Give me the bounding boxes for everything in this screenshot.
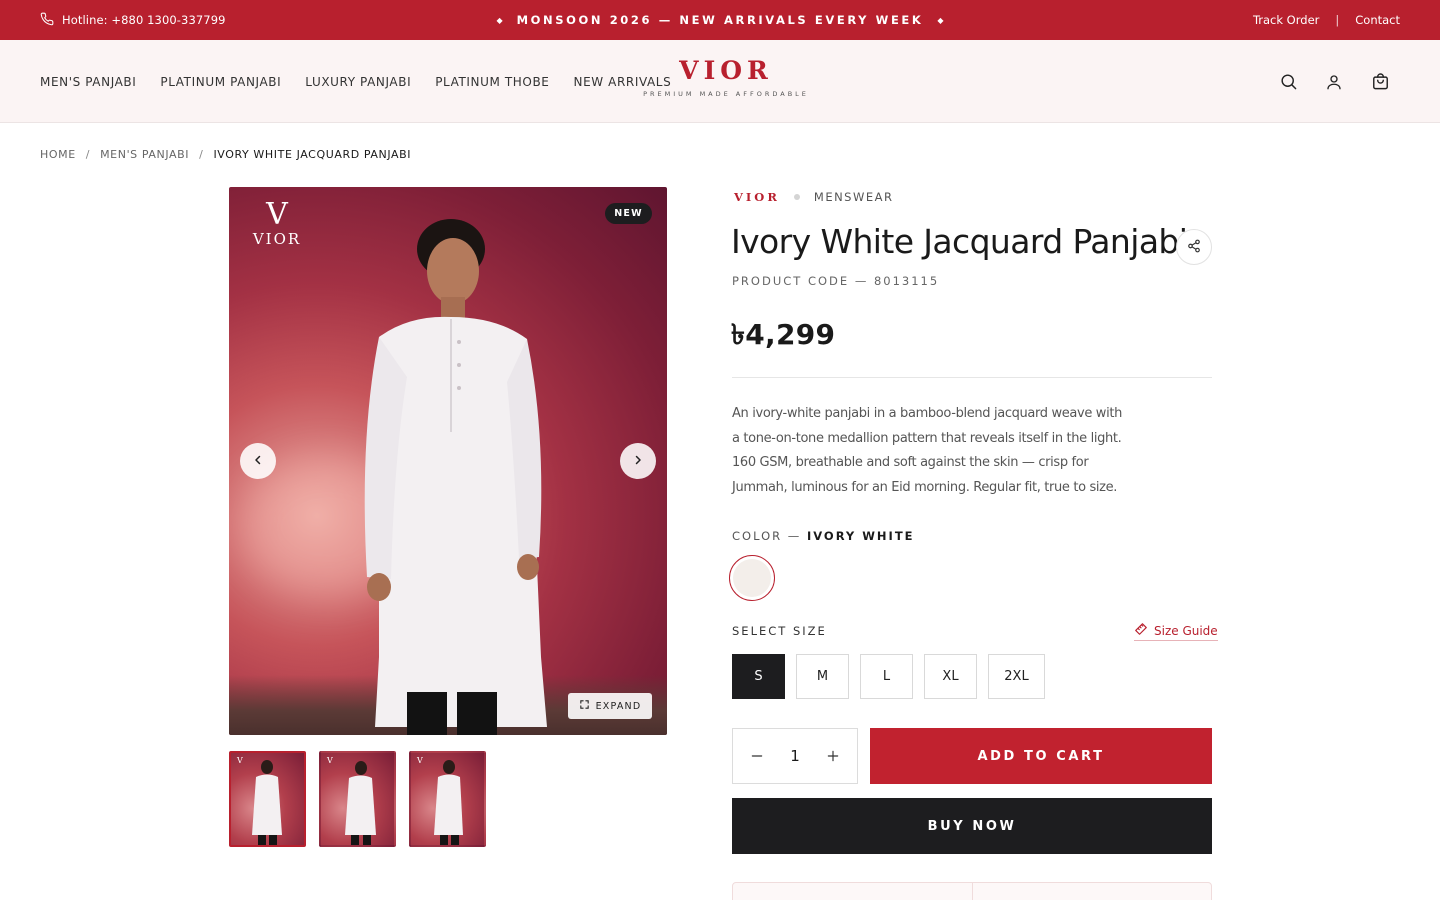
size-option-2xl[interactable]: 2XL [988, 654, 1045, 699]
contact-link[interactable]: Contact [1355, 13, 1400, 27]
product-code: PRODUCT CODE — 8013115 [732, 274, 940, 288]
nav-item-platinum-thobe[interactable]: PLATINUM THOBE [435, 75, 549, 89]
size-selector: S M L XL 2XL [732, 654, 1045, 699]
brand-separator-dot [793, 194, 800, 200]
color-swatch-ivory-white[interactable] [729, 555, 775, 601]
prev-image-button[interactable] [240, 443, 276, 479]
image-brand-logo: V VIOR [247, 197, 307, 248]
color-value: IVORY WHITE [806, 529, 915, 543]
breadcrumb-mens-panjabi[interactable]: MEN'S PANJABI [100, 148, 189, 161]
new-badge: NEW [605, 203, 652, 224]
breadcrumb-current: IVORY WHITE JACQUARD PANJABI [213, 148, 412, 161]
thumbnail-strip: V V V [229, 751, 486, 847]
thumbnail-figure [434, 760, 463, 845]
announcement-bar: Hotline: +880 1300-337799 ◆ MONSOON 2026… [0, 0, 1440, 40]
color-swatch-fill [733, 559, 771, 597]
announcement: ◆ MONSOON 2026 — NEW ARRIVALS EVERY WEEK… [0, 0, 1440, 40]
search-icon[interactable] [1278, 72, 1298, 92]
track-order-link[interactable]: Track Order [1253, 13, 1319, 27]
size-guide-link[interactable]: Size Guide [1134, 622, 1218, 641]
product-info-box [732, 882, 1212, 900]
price-divider [732, 377, 1212, 378]
breadcrumb-separator: / [85, 148, 91, 161]
chevron-right-icon [632, 452, 644, 470]
breadcrumb: HOME / MEN'S PANJABI / IVORY WHITE JACQU… [40, 148, 411, 161]
add-to-cart-button[interactable]: ADD TO CART [870, 728, 1212, 784]
size-option-xl[interactable]: XL [924, 654, 977, 699]
size-option-m[interactable]: M [796, 654, 849, 699]
product-title: Ivory White Jacquard Panjabi [731, 222, 1188, 261]
nav-item-mens-panjabi[interactable]: MEN'S PANJABI [40, 75, 136, 89]
header-actions [1278, 40, 1390, 123]
thumbnail-3[interactable]: V [409, 751, 486, 847]
nav-item-luxury-panjabi[interactable]: LUXURY PANJABI [305, 75, 411, 89]
breadcrumb-home[interactable]: HOME [40, 148, 76, 161]
expand-icon [579, 699, 590, 713]
logo-tagline: PREMIUM MADE AFFORDABLE [643, 90, 809, 98]
thumbnail-2[interactable]: V [319, 751, 396, 847]
main-nav: MEN'S PANJABI PLATINUM PANJABI LUXURY PA… [40, 40, 671, 123]
product-category[interactable]: MENSWEAR [814, 190, 894, 204]
buy-now-button[interactable]: BUY NOW [732, 798, 1212, 854]
next-image-button[interactable] [620, 443, 656, 479]
site-logo[interactable]: VIOR PREMIUM MADE AFFORDABLE [626, 56, 826, 98]
quantity-decrease-button[interactable] [747, 746, 767, 766]
quantity-stepper: 1 [732, 728, 858, 784]
minus-icon [751, 755, 763, 757]
image-logo-mark: V [266, 197, 288, 232]
expand-label: EXPAND [595, 700, 642, 712]
product-brand[interactable]: VIOR [734, 190, 780, 204]
top-links: Track Order | Contact [1253, 0, 1400, 40]
diamond-icon: ◆ [937, 15, 944, 25]
site-header: MEN'S PANJABI PLATINUM PANJABI LUXURY PA… [0, 40, 1440, 123]
plus-icon [827, 750, 839, 762]
share-button[interactable] [1176, 229, 1212, 265]
expand-image-button[interactable]: EXPAND [568, 693, 652, 719]
thumbnail-1[interactable]: V [229, 751, 306, 847]
chevron-left-icon [252, 452, 264, 470]
size-guide-label: Size Guide [1154, 623, 1218, 638]
nav-item-platinum-panjabi[interactable]: PLATINUM PANJABI [160, 75, 281, 89]
product-description: An ivory-white panjabi in a bamboo-blend… [732, 406, 1122, 495]
size-option-s[interactable]: S [732, 654, 785, 699]
color-label-text: COLOR — [732, 529, 802, 543]
diamond-icon: ◆ [496, 15, 503, 25]
model-figure [364, 219, 547, 735]
product-price: ৳4,299 [731, 318, 836, 351]
size-label: SELECT SIZE [732, 624, 827, 638]
product-brand-row: VIOR MENSWEAR [734, 190, 893, 204]
color-label: COLOR — IVORY WHITE [732, 529, 915, 543]
quantity-increase-button[interactable] [823, 746, 843, 766]
quantity-value[interactable]: 1 [790, 747, 800, 765]
product-main-image[interactable]: V VIOR NEW EXPAND [229, 187, 667, 735]
ruler-icon [1134, 622, 1148, 639]
logo-wordmark: VIOR [679, 56, 773, 85]
share-icon [1187, 238, 1201, 257]
image-logo-name: VIOR [252, 230, 302, 248]
thumbnail-figure [345, 761, 376, 845]
cart-icon[interactable] [1370, 72, 1390, 92]
size-option-l[interactable]: L [860, 654, 913, 699]
thumbnail-figure [252, 760, 282, 845]
announcement-text: MONSOON 2026 — NEW ARRIVALS EVERY WEEK [516, 13, 924, 27]
info-box-divider [972, 883, 973, 900]
account-icon[interactable] [1324, 72, 1344, 92]
breadcrumb-separator: / [199, 148, 204, 161]
top-links-separator: | [1335, 13, 1340, 27]
